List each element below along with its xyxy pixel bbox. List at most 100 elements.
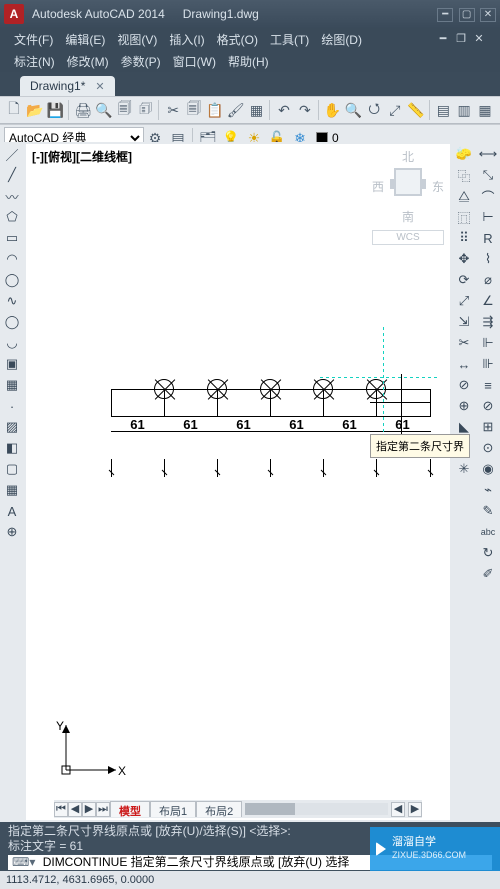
mdi-close-icon[interactable]: ✕ [472, 32, 486, 46]
copy-icon[interactable]: 🗐 [184, 99, 204, 121]
stretch-icon[interactable]: ⇲ [454, 312, 474, 332]
layout1-tab[interactable]: 布局1 [150, 801, 196, 817]
point-icon[interactable]: · [2, 396, 22, 416]
zoom-icon[interactable]: 🔍 [343, 99, 363, 121]
copy2-icon[interactable]: ⿻ [454, 165, 474, 185]
dim-angular-icon[interactable]: ∠ [478, 291, 498, 311]
menu-draw[interactable]: 绘图(D) [321, 31, 362, 48]
spline-icon[interactable]: ∿ [2, 291, 22, 311]
document-tab[interactable]: Drawing1* ✕ [20, 76, 115, 96]
new-icon[interactable]: 🗋 [4, 99, 24, 121]
close-icon[interactable]: ✕ [480, 8, 496, 22]
menu-dimension[interactable]: 标注(N) [14, 53, 55, 70]
make-block-icon[interactable]: ▦ [2, 375, 22, 395]
save-icon[interactable]: 💾 [46, 99, 66, 121]
dim-jog-icon[interactable]: ⌇ [478, 249, 498, 269]
document-tab-close-icon[interactable]: ✕ [95, 80, 104, 93]
explode-icon[interactable]: ✳ [454, 459, 474, 479]
extend-icon[interactable]: ↔ [454, 354, 474, 374]
dim-space-icon[interactable]: ≡ [478, 375, 498, 395]
menu-help[interactable]: 帮助(H) [228, 53, 269, 70]
tab-prev-icon[interactable]: ◀ [68, 802, 82, 817]
dim-update-icon[interactable]: ↻ [478, 543, 498, 563]
tab-last-icon[interactable]: ⏭ [96, 802, 110, 817]
viewcube-south[interactable]: 南 [372, 208, 444, 225]
hscroll-right-icon[interactable]: ▶ [408, 802, 422, 817]
preview-icon[interactable]: 🔍 [94, 99, 114, 121]
hscroll-thumb[interactable] [245, 803, 295, 815]
add-sel-icon[interactable]: ⊕ [2, 522, 22, 542]
maximize-icon[interactable]: ▢ [459, 8, 475, 22]
line-icon[interactable]: ／ [2, 144, 22, 164]
insert-icon[interactable]: ▣ [2, 354, 22, 374]
center-icon[interactable]: ⊙ [478, 438, 498, 458]
model-tab[interactable]: 模型 [110, 801, 150, 817]
viewport-label[interactable]: [-][俯视][二维线框] [32, 148, 132, 165]
props-icon[interactable]: ▤ [433, 99, 453, 121]
circle-icon[interactable]: ◯ [2, 270, 22, 290]
print-icon[interactable]: 🖨 [73, 99, 93, 121]
polygon-icon[interactable]: ⬠ [2, 207, 22, 227]
dim-edit-icon[interactable]: ✎ [478, 501, 498, 521]
viewcube-north[interactable]: 北 [372, 148, 444, 165]
dim-aligned-icon[interactable]: ⤡ [478, 165, 498, 185]
inspect-icon[interactable]: ◉ [478, 459, 498, 479]
dim-quick-icon[interactable]: ⇶ [478, 312, 498, 332]
tab-next-icon[interactable]: ▶ [82, 802, 96, 817]
scale-icon[interactable]: ⤢ [454, 291, 474, 311]
move-icon[interactable]: ✥ [454, 249, 474, 269]
join-icon[interactable]: ⊕ [454, 396, 474, 416]
hscroll-left-icon[interactable]: ◀ [391, 802, 405, 817]
table-icon[interactable]: ▦ [2, 480, 22, 500]
menu-edit[interactable]: 编辑(E) [65, 31, 105, 48]
orbit-icon[interactable]: ⭯ [364, 99, 384, 121]
redo-icon[interactable]: ↷ [295, 99, 315, 121]
region-icon[interactable]: ▢ [2, 459, 22, 479]
dim-arc-icon[interactable]: ⌒ [478, 186, 498, 206]
dim-ord-icon[interactable]: ⊢ [478, 207, 498, 227]
undo-icon[interactable]: ↶ [274, 99, 294, 121]
arc-icon[interactable]: ◠ [2, 249, 22, 269]
mirror-icon[interactable]: ⧋ [454, 186, 474, 206]
coordinates-readout[interactable]: 1113.4712, 4631.6965, 0.0000 [6, 874, 154, 886]
hscrollbar[interactable] [245, 803, 388, 815]
minimize-icon[interactable]: ━ [437, 8, 453, 22]
tab-first-icon[interactable]: ⏮ [54, 802, 68, 817]
hatch-icon[interactable]: ▨ [2, 417, 22, 437]
text-icon[interactable]: A [2, 501, 22, 521]
viewcube[interactable]: 北 西 东 南 WCS [372, 148, 444, 244]
array-icon[interactable]: ⠿ [454, 228, 474, 248]
rect-icon[interactable]: ▭ [2, 228, 22, 248]
menu-insert[interactable]: 插入(I) [169, 31, 204, 48]
publish-icon[interactable]: 🗐 [115, 99, 135, 121]
dim-baseline-icon[interactable]: ⊩ [478, 333, 498, 353]
offset-icon[interactable]: ⿵ [454, 207, 474, 227]
break-icon[interactable]: ⊘ [454, 375, 474, 395]
cut-icon[interactable]: ✂ [163, 99, 183, 121]
dim-continue-icon[interactable]: ⊪ [478, 354, 498, 374]
dim-style-icon[interactable]: ✐ [478, 564, 498, 584]
dim-jog-lin-icon[interactable]: ⌁ [478, 480, 498, 500]
viewcube-east[interactable]: 东 [432, 178, 444, 195]
dc-icon[interactable]: ▦ [475, 99, 495, 121]
pan-icon[interactable]: ✋ [323, 99, 343, 121]
pline-icon[interactable]: 〰 [2, 186, 22, 206]
ellipse-arc-icon[interactable]: ◡ [2, 333, 22, 353]
open-icon[interactable]: 📂 [25, 99, 45, 121]
dim-diameter-icon[interactable]: ⌀ [478, 270, 498, 290]
dim-tedit-icon[interactable]: abc [478, 522, 498, 542]
menu-view[interactable]: 视图(V) [117, 31, 157, 48]
tolerance-icon[interactable]: ⊞ [478, 417, 498, 437]
viewcube-top[interactable] [394, 168, 422, 196]
mdi-min-icon[interactable]: ━ [436, 32, 450, 46]
layout2-tab[interactable]: 布局2 [196, 801, 242, 817]
measure-icon[interactable]: 📏 [406, 99, 426, 121]
viewcube-west[interactable]: 西 [372, 178, 384, 195]
zoom-all-icon[interactable]: ⤢ [385, 99, 405, 121]
drawing-canvas[interactable]: [-][俯视][二维线框] 北 西 东 南 WCS [26, 144, 450, 820]
xline-icon[interactable]: ╱ [2, 165, 22, 185]
ellipse-icon[interactable]: ◯ [2, 312, 22, 332]
trim-icon[interactable]: ✂ [454, 333, 474, 353]
dim-linear-icon[interactable]: ⟷ [478, 144, 498, 164]
rotate-icon[interactable]: ⟳ [454, 270, 474, 290]
